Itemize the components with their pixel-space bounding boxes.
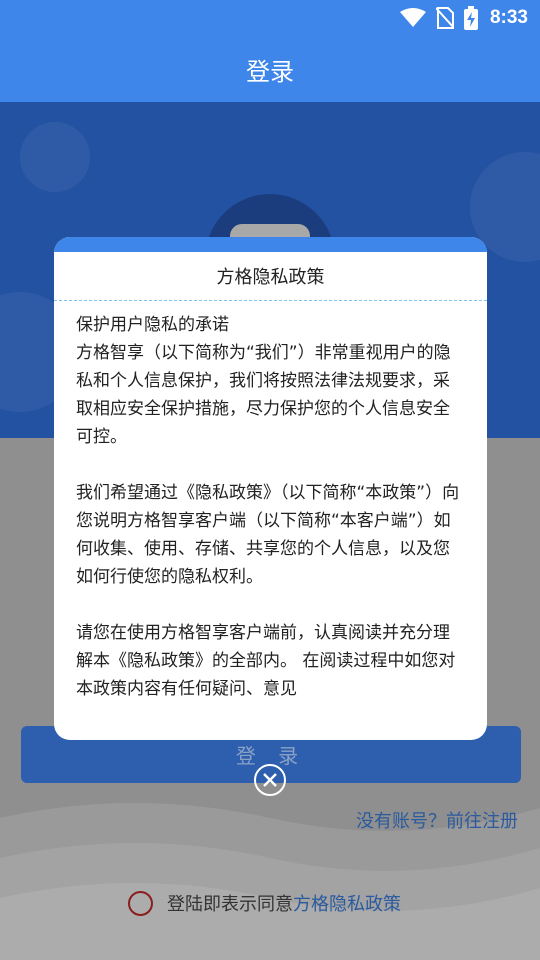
battery-charging-icon: [463, 6, 478, 30]
policy-paragraph: 我们希望通过《隐私政策》（以下简称“本政策”）向您说明方格智享客户端（以下简称“…: [76, 483, 460, 587]
register-link[interactable]: 没有账号？前往注册: [356, 807, 518, 833]
close-icon[interactable]: [254, 764, 286, 796]
policy-paragraph: 方格智享（以下简称为“我们”）非常重视用户的隐私和个人信息保护，我们将按照法律法…: [76, 343, 451, 447]
status-time: 8:33: [489, 7, 528, 28]
page-title: 登录: [246, 57, 294, 86]
wifi-icon: [399, 8, 426, 28]
policy-paragraph: 请您在使用方格智享客户端前，认真阅读并充分理解本《隐私政策》的全部内。 在阅读过…: [76, 623, 456, 699]
title-bar: 登录: [0, 36, 540, 102]
no-sim-icon: [435, 7, 454, 29]
modal-body[interactable]: 保护用户隐私的承诺 方格智享（以下简称为“我们”）非常重视用户的隐私和个人信息保…: [54, 301, 487, 739]
agree-radio[interactable]: [128, 890, 153, 916]
agree-text: 登陆即表示同意: [167, 894, 293, 915]
privacy-policy-link[interactable]: 方格隐私政策: [293, 890, 401, 916]
status-bar: 8:33: [0, 0, 540, 36]
modal-header-strip: [54, 237, 487, 252]
modal-title: 方格隐私政策: [54, 252, 487, 301]
privacy-policy-modal: 方格隐私政策 保护用户隐私的承诺 方格智享（以下简称为“我们”）非常重视用户的隐…: [54, 237, 487, 740]
privacy-agree-row: 登陆即表示同意 方格隐私政策: [128, 890, 401, 916]
policy-heading: 保护用户隐私的承诺: [76, 315, 229, 335]
